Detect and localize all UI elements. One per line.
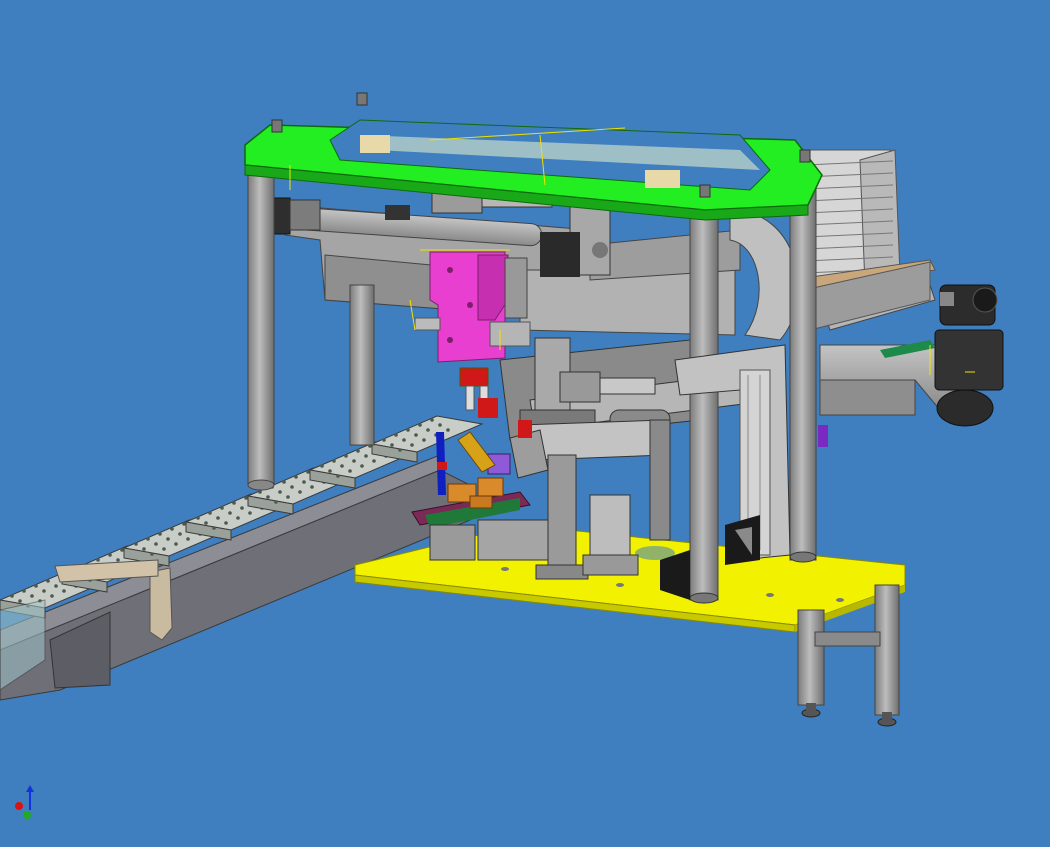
- chute-bracket: [149, 567, 173, 641]
- cad-viewport[interactable]: [0, 0, 1050, 847]
- cad-assembly-drawing: [0, 92, 1004, 819]
- cable-carrier: [729, 209, 799, 341]
- gearmotor: [934, 284, 1004, 427]
- axis-triad-icon: [15, 785, 34, 819]
